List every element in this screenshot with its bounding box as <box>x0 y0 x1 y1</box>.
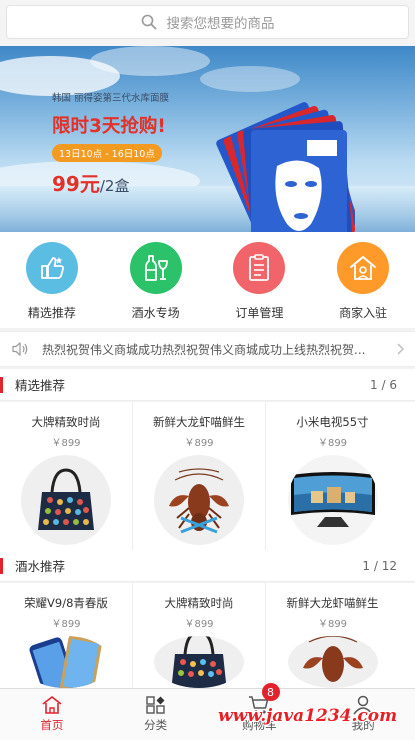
quick-nav-merchant[interactable]: 商家入驻 <box>311 232 415 328</box>
lobster-image <box>169 468 229 534</box>
shop-icon <box>350 256 377 280</box>
product-name: 新鲜大龙虾喵鲜生 <box>286 596 379 610</box>
promo-banner[interactable]: 韩国 丽得姿第三代水库面膜 限时3天抢购! 13日10点 - 16日10点 99… <box>0 46 415 232</box>
tab-home[interactable]: 首页 <box>0 689 104 740</box>
quick-nav-label: 酒水专场 <box>131 306 180 320</box>
product-image <box>21 636 111 688</box>
product-price: ￥899 <box>184 619 214 630</box>
search-placeholder: 搜索您想要的商品 <box>166 16 275 32</box>
chevron-right-icon <box>397 343 404 355</box>
promo-headline: 限时3天抢购! <box>52 116 166 137</box>
product-image <box>154 455 244 545</box>
product-card[interactable]: 小米电视55寸 ￥899 <box>266 402 399 550</box>
tab-category[interactable]: 分类 <box>104 689 208 740</box>
product-name: 大牌精致时尚 <box>31 415 101 429</box>
product-name: 新鲜大龙虾喵鲜生 <box>153 415 245 429</box>
tab-label: 分类 <box>144 718 168 732</box>
home-icon <box>42 696 62 714</box>
product-price: ￥899 <box>317 438 348 449</box>
wine-icon <box>144 255 168 281</box>
quick-nav-label: 精选推荐 <box>27 306 76 320</box>
watermark: www.java1234.com <box>218 706 398 726</box>
product-image <box>287 636 378 688</box>
promo-text: 韩国 丽得姿第三代水库面膜 限时3天抢购! 13日10点 - 16日10点 99… <box>52 90 202 197</box>
quick-nav-icon-bg <box>337 242 390 294</box>
quick-nav-wine[interactable]: 酒水专场 <box>104 232 208 328</box>
announcement-text: 热烈祝贺伟义商城成功热烈祝贺伟义商城成功上线热烈祝贺... <box>42 342 366 357</box>
phone-image <box>29 636 102 688</box>
product-image <box>154 636 244 688</box>
product-price: ￥899 <box>51 438 81 449</box>
handbag-image <box>171 636 227 688</box>
promo-brand: 韩国 丽得姿第三代水库面膜 <box>52 93 170 104</box>
search-bar: 搜索您想要的商品 <box>0 0 415 46</box>
product-card[interactable]: 新鲜大龙虾喵鲜生 ￥899 <box>266 583 399 688</box>
quick-nav-icon-bg <box>233 242 286 294</box>
category-icon <box>145 696 165 714</box>
handbag-image <box>38 468 94 530</box>
product-name: 大牌精致时尚 <box>164 596 234 610</box>
quick-nav: 精选推荐 酒水专场 订单管理 商家入驻 <box>0 232 415 328</box>
quick-nav-orders[interactable]: 订单管理 <box>208 232 312 328</box>
section-title: 精选推荐 <box>15 378 66 393</box>
thumb-up-icon <box>40 257 64 279</box>
product-name: 小米电视55寸 <box>296 415 369 429</box>
tab-label: 首页 <box>40 718 64 732</box>
announcement-bar[interactable]: 热烈祝贺伟义商城成功热烈祝贺伟义商城成功上线热烈祝贺... <box>0 331 415 367</box>
product-card[interactable]: 大牌精致时尚 ￥899 <box>133 583 266 688</box>
section-page-indicator: 1 / 6 <box>370 377 397 392</box>
order-list-icon <box>249 254 270 281</box>
search-input[interactable]: 搜索您想要的商品 <box>6 5 409 39</box>
product-row-wine: 荣耀V9/8青春版 ￥899 大牌精致时尚 ￥899 新鲜大龙虾喵鲜生 ￥899 <box>0 583 415 688</box>
quick-nav-featured[interactable]: 精选推荐 <box>0 232 104 328</box>
promo-unit: /2盒 <box>99 177 130 195</box>
quick-nav-icon-bg <box>129 242 182 294</box>
quick-nav-label: 订单管理 <box>235 306 284 320</box>
face-mask-product-image <box>216 102 355 232</box>
product-name: 荣耀V9/8青春版 <box>24 596 108 610</box>
product-card[interactable]: 荣耀V9/8青春版 ￥899 <box>0 583 133 688</box>
speaker-icon <box>12 342 28 356</box>
quick-nav-icon-bg <box>25 242 78 294</box>
product-price: ￥899 <box>184 438 214 449</box>
lobster-image <box>302 636 363 682</box>
tv-image <box>290 472 375 527</box>
product-card[interactable]: 大牌精致时尚 ￥899 <box>0 402 133 550</box>
promo-price: 99元 <box>52 172 100 196</box>
product-price: ￥899 <box>317 619 348 630</box>
search-icon <box>141 14 156 30</box>
section-header-featured: 精选推荐 1 / 6 <box>0 369 415 401</box>
product-card[interactable]: 新鲜大龙虾喵鲜生 ￥899 <box>133 402 266 550</box>
product-price: ￥899 <box>51 619 81 630</box>
promo-dates: 13日10点 - 16日10点 <box>52 144 162 162</box>
section-page-indicator: 1 / 12 <box>362 558 397 573</box>
quick-nav-label: 商家入驻 <box>339 306 388 320</box>
product-row-featured: 大牌精致时尚 ￥899 新鲜大龙虾喵鲜生 ￥899 小米电视55寸 ￥899 <box>0 402 415 550</box>
product-image <box>287 455 378 545</box>
section-title: 酒水推荐 <box>15 559 66 574</box>
product-image <box>21 455 111 545</box>
cart-badge: 8 <box>261 683 280 701</box>
section-header-wine: 酒水推荐 1 / 12 <box>0 550 415 582</box>
